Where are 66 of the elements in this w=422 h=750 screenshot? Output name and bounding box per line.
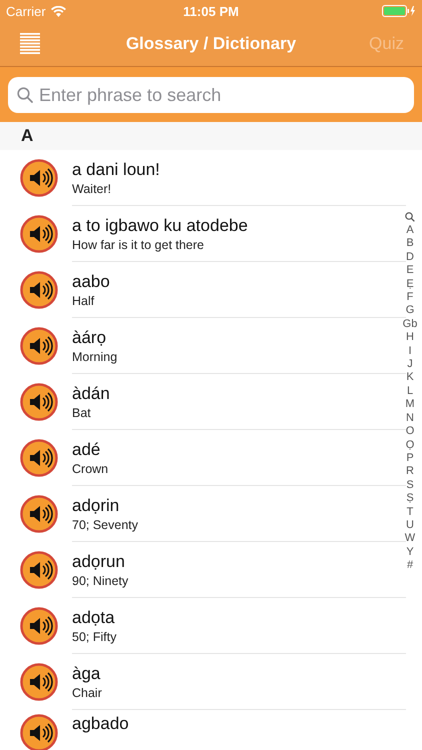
index-letter[interactable]: W [404,532,416,546]
index-letter[interactable]: L [406,384,414,398]
meaning-text: How far is it to get there [72,238,206,252]
index-letter[interactable]: R [406,465,414,479]
meaning-text: Chair [72,686,103,700]
index-letter[interactable]: P [406,452,414,466]
speaker-button[interactable] [20,663,58,701]
phrase-text: adé [72,440,102,460]
search-field[interactable]: Enter phrase to search [8,77,414,113]
battery-icon [382,5,416,17]
index-letter[interactable]: Ọ [406,438,414,452]
index-letter[interactable]: F [406,291,414,304]
search-icon[interactable] [405,212,415,222]
meaning-text: Morning [72,350,118,364]
index-letter[interactable]: H [406,331,414,345]
phrase-text: agbado [72,714,130,734]
index-letter[interactable]: Ṣ [406,492,414,506]
phrase-text: a dani loun! [72,160,161,180]
phrase-text: àdán [72,384,111,404]
index-letter[interactable]: Ẹ [406,278,414,292]
section-header: A [21,126,34,146]
phrase-text: a to igbawo ku atodebe [72,216,249,236]
index-letter[interactable]: Y [406,546,414,560]
phrase-text: aabo [72,272,111,292]
nav-title: Glossary / Dictionary [126,34,296,54]
index-letter[interactable]: E [406,264,414,278]
index-letter[interactable]: O [406,425,414,438]
phrase-text: àárọ [72,328,108,348]
index-letter[interactable]: I [408,344,412,358]
meaning-text: Bat [72,406,92,420]
index-letter[interactable]: M [405,398,415,412]
index-letter[interactable]: J [407,358,413,372]
meaning-text: 50; Fifty [72,630,118,644]
speaker-button[interactable] [20,607,58,645]
status-time: 11:05 PM [183,4,239,18]
phrase-text: adọta [72,608,116,628]
index-letter[interactable]: Gb [402,318,418,332]
meaning-text: Crown [72,462,110,476]
speaker-button[interactable] [20,439,58,477]
index-letter[interactable]: # [406,559,414,573]
speaker-button[interactable] [20,383,58,421]
speaker-button[interactable] [20,551,58,589]
index-letter[interactable]: D [406,250,414,264]
speaker-button[interactable] [20,327,58,365]
meaning-text: 70; Seventy [72,518,140,532]
meaning-text: 90; Ninety [72,574,130,588]
index-letter[interactable]: S [406,478,414,492]
speaker-button[interactable] [20,271,58,309]
index-letter[interactable]: T [406,506,414,519]
speaker-button[interactable] [20,215,58,253]
speaker-button[interactable] [20,714,58,750]
phrase-text: àga [72,664,102,684]
index-letter[interactable]: K [406,371,414,385]
speaker-button[interactable] [20,159,58,197]
index-letter[interactable]: A [406,224,414,238]
speaker-button[interactable] [20,495,58,533]
carrier-label: Carrier [6,4,46,18]
meaning-text: Half [72,294,96,308]
index-letter[interactable]: G [406,304,414,318]
wifi-icon [50,6,66,16]
index-letter[interactable]: U [406,518,414,532]
phrase-text: adọrin [72,496,120,516]
index-letter[interactable]: N [406,412,414,426]
phrase-text: adọrun [72,552,126,572]
meaning-text: Waiter! [72,182,112,196]
index-letter[interactable]: B [406,237,414,251]
